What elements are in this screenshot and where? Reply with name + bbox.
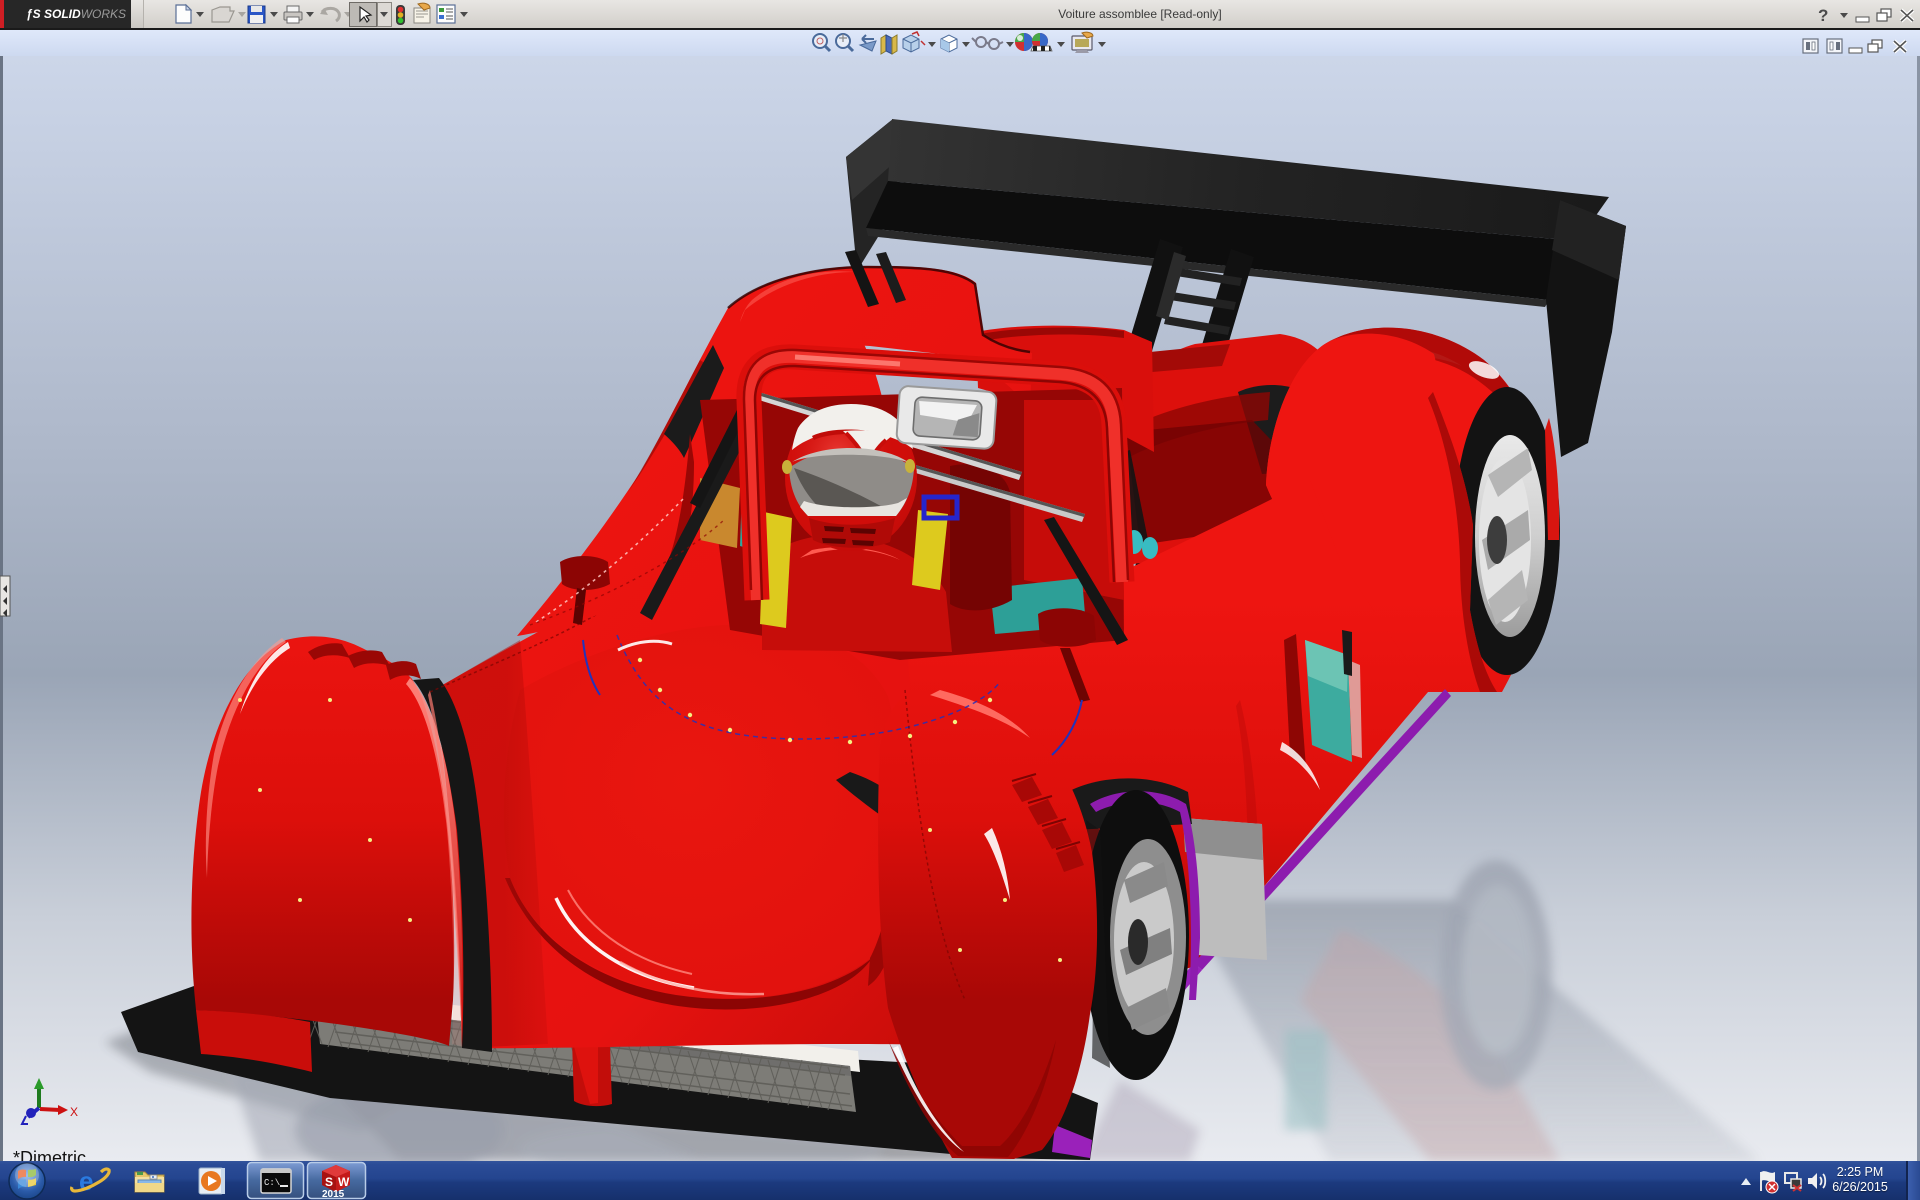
svg-text:C:\: C:\ bbox=[264, 1178, 280, 1188]
svg-text:S: S bbox=[325, 1175, 333, 1189]
svg-text:X: X bbox=[70, 1105, 78, 1119]
svg-text:*Dimetric: *Dimetric bbox=[13, 1148, 86, 1161]
svg-text:W: W bbox=[338, 1175, 350, 1189]
svg-text:2015: 2015 bbox=[322, 1189, 345, 1200]
svg-text:?: ? bbox=[1818, 6, 1828, 25]
